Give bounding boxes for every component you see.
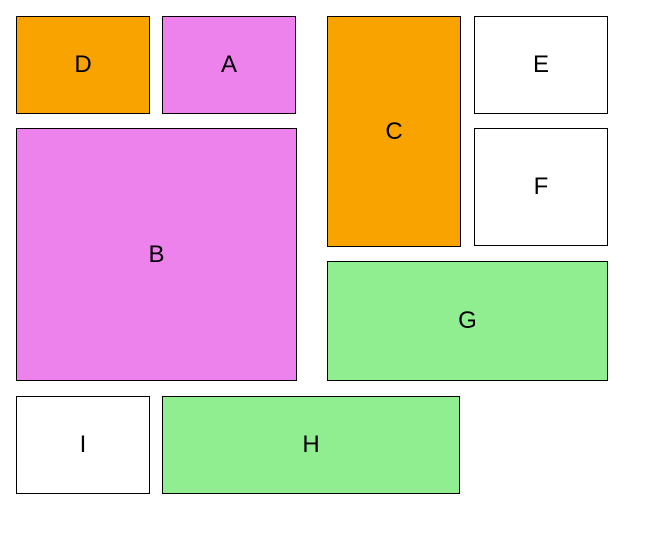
box-f: F	[474, 128, 608, 246]
box-i-label: I	[80, 431, 87, 459]
box-h-label: H	[302, 431, 319, 459]
box-c: C	[327, 16, 461, 247]
box-a: A	[162, 16, 296, 114]
box-d-label: D	[74, 51, 91, 79]
box-g-label: G	[458, 307, 477, 335]
box-g: G	[327, 261, 608, 381]
box-i: I	[16, 396, 150, 494]
box-a-label: A	[221, 51, 237, 79]
box-c-label: C	[385, 118, 402, 146]
box-e: E	[474, 16, 608, 114]
box-f-label: F	[534, 173, 549, 201]
box-e-label: E	[533, 51, 549, 79]
box-b: B	[16, 128, 297, 381]
box-d: D	[16, 16, 150, 114]
box-b-label: B	[148, 241, 164, 269]
box-h: H	[162, 396, 460, 494]
